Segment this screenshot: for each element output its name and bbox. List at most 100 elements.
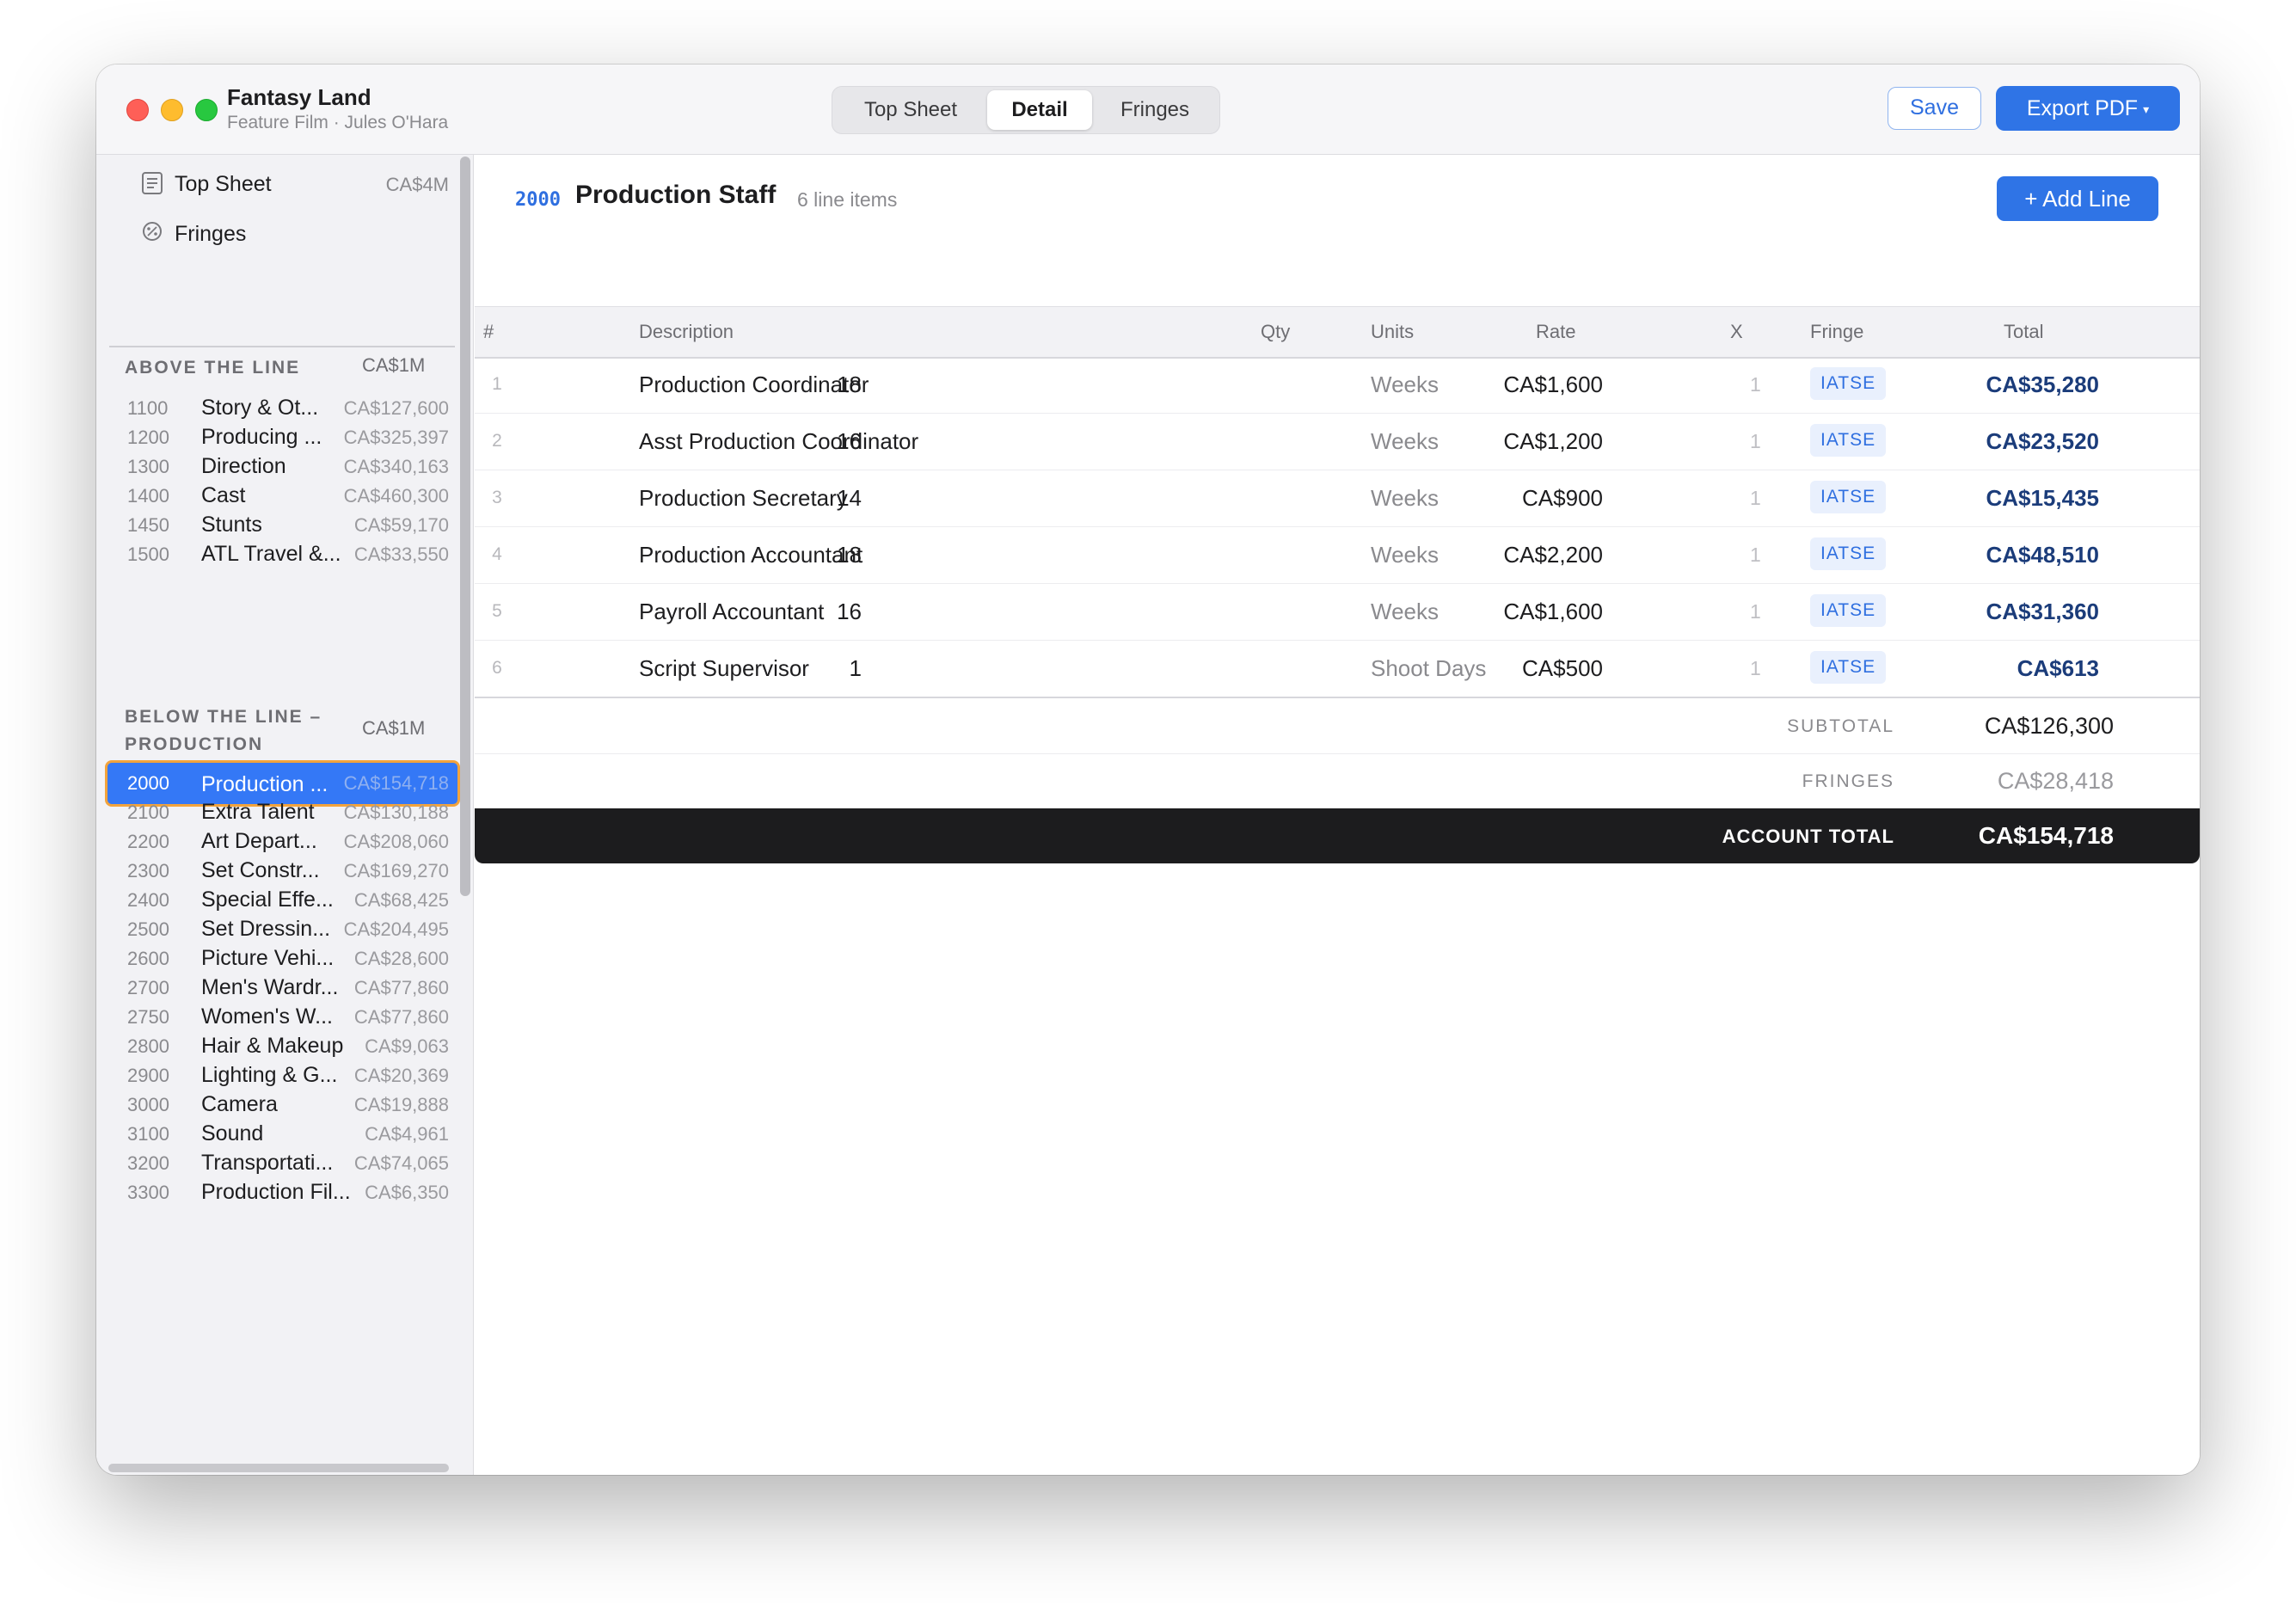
row-description[interactable]: Production Secretary bbox=[639, 485, 848, 512]
row-description[interactable]: Asst Production Coordinator bbox=[639, 428, 918, 455]
row-multiplier[interactable]: 1 bbox=[1750, 487, 1761, 510]
app-window: Fantasy Land Feature Film · Jules O'Hara… bbox=[96, 64, 2200, 1475]
row-total: CA$48,510 bbox=[1986, 542, 2099, 568]
sidebar-account-3300[interactable]: 3300 Production Fil... CA$6,350 bbox=[105, 1170, 460, 1216]
row-number: 1 bbox=[492, 374, 502, 394]
column-header-number[interactable]: # bbox=[483, 321, 494, 343]
column-header-description[interactable]: Description bbox=[639, 321, 734, 343]
account-code: 3300 bbox=[127, 1182, 169, 1203]
row-rate[interactable]: CA$1,600 bbox=[1503, 599, 1603, 625]
subtotal-row: SUBTOTAL CA$126,300 bbox=[475, 698, 2200, 754]
sidebar-section-header: BELOW THE LINE – PRODUCTION CA$1M bbox=[125, 703, 460, 759]
document-icon bbox=[141, 171, 163, 195]
row-number: 5 bbox=[492, 601, 502, 621]
table-row[interactable]: 2 Asst Production Coordinator 16 Weeks CA$1,… bbox=[475, 413, 2200, 470]
row-description[interactable]: Payroll Accountant bbox=[639, 599, 824, 625]
sidebar-account-1500[interactable]: 1500 ATL Travel &... CA$33,550 bbox=[105, 531, 460, 578]
export-pdf-button[interactable]: Export PDF ▾ bbox=[1996, 86, 2180, 131]
row-multiplier[interactable]: 1 bbox=[1750, 544, 1761, 567]
row-qty[interactable]: 16 bbox=[837, 599, 862, 625]
sidebar-nav-label: Top Sheet bbox=[175, 172, 272, 196]
row-qty[interactable]: 18 bbox=[837, 542, 862, 568]
row-qty[interactable]: 18 bbox=[837, 372, 862, 398]
row-multiplier[interactable]: 1 bbox=[1750, 600, 1761, 623]
sidebar-scrollbar[interactable] bbox=[460, 157, 470, 896]
row-total: CA$31,360 bbox=[1986, 599, 2099, 624]
row-qty[interactable]: 1 bbox=[850, 655, 862, 682]
table-row[interactable]: 1 Production Coordinator 18 Weeks CA$1,600 1 I… bbox=[475, 356, 2200, 414]
account-amount: CA$6,350 bbox=[365, 1182, 449, 1203]
column-header-units[interactable]: Units bbox=[1371, 321, 1414, 343]
line-item-count: 6 line items bbox=[797, 188, 898, 211]
column-header-qty[interactable]: Qty bbox=[1261, 321, 1290, 343]
row-qty[interactable]: 16 bbox=[837, 428, 862, 455]
account-code: 1500 bbox=[127, 544, 169, 565]
save-button[interactable]: Save bbox=[1888, 87, 1981, 130]
tab-detail[interactable]: Detail bbox=[987, 90, 1092, 130]
project-title: Fantasy Land bbox=[227, 84, 371, 110]
account-name: Production Fil... bbox=[201, 1180, 351, 1204]
row-description[interactable]: Production Accountant bbox=[639, 542, 863, 568]
account-amount: CA$33,550 bbox=[353, 544, 449, 565]
row-fringe-badge[interactable]: IATSE bbox=[1810, 537, 1887, 570]
row-number: 2 bbox=[492, 431, 502, 451]
account-total-bar: ACCOUNT TOTAL CA$154,718 bbox=[475, 808, 2200, 863]
close-window-button[interactable] bbox=[126, 99, 149, 121]
table-row[interactable]: 3 Production Secretary 14 Weeks CA$900 1 IATSE… bbox=[475, 470, 2200, 527]
row-description[interactable]: Script Supervisor bbox=[639, 655, 809, 682]
row-units[interactable]: Weeks bbox=[1371, 485, 1439, 512]
row-fringe-badge[interactable]: IATSE bbox=[1810, 651, 1887, 684]
row-total: CA$23,520 bbox=[1986, 428, 2099, 454]
table-row[interactable]: 5 Payroll Accountant 16 Weeks CA$1,600 1 IATSE… bbox=[475, 583, 2200, 641]
fringes-label: FRINGES bbox=[1802, 771, 1894, 791]
subtotal-label: SUBTOTAL bbox=[1787, 716, 1894, 736]
row-multiplier[interactable]: 1 bbox=[1750, 430, 1761, 453]
tab-fringes[interactable]: Fringes bbox=[1096, 90, 1214, 130]
column-header-x[interactable]: X bbox=[1730, 321, 1743, 343]
sidebar-nav-fringes[interactable]: Fringes bbox=[96, 213, 449, 256]
table-header: # Description Qty Units Rate X Fringe To… bbox=[475, 306, 2200, 359]
sidebar-section-header: ABOVE THE LINE CA$1M bbox=[125, 354, 460, 382]
account-name: ATL Travel &... bbox=[201, 542, 341, 566]
row-total: CA$15,435 bbox=[1986, 485, 2099, 511]
row-rate[interactable]: CA$2,200 bbox=[1503, 542, 1603, 568]
row-multiplier[interactable]: 1 bbox=[1750, 373, 1761, 396]
row-number: 4 bbox=[492, 544, 502, 564]
row-units[interactable]: Shoot Days bbox=[1371, 655, 1486, 682]
column-header-total[interactable]: Total bbox=[2004, 321, 2043, 343]
row-units[interactable]: Weeks bbox=[1371, 542, 1439, 568]
row-rate[interactable]: CA$900 bbox=[1522, 485, 1603, 512]
sidebar-section-title: BELOW THE LINE – PRODUCTION bbox=[125, 707, 322, 754]
row-multiplier[interactable]: 1 bbox=[1750, 657, 1761, 680]
row-number: 3 bbox=[492, 488, 502, 507]
sidebar-nav-top-sheet[interactable]: Top Sheet CA$4M bbox=[96, 163, 449, 206]
column-header-fringe[interactable]: Fringe bbox=[1810, 321, 1863, 343]
column-header-rate[interactable]: Rate bbox=[1536, 321, 1575, 343]
minimize-window-button[interactable] bbox=[161, 99, 183, 121]
row-qty[interactable]: 14 bbox=[837, 485, 862, 512]
account-code: 2000 bbox=[515, 189, 561, 211]
row-fringe-badge[interactable]: IATSE bbox=[1810, 481, 1887, 513]
sidebar-horizontal-scrollbar[interactable] bbox=[108, 1464, 449, 1472]
table-row[interactable]: 6 Script Supervisor 1 Shoot Days CA$500 1 IATS… bbox=[475, 640, 2200, 697]
account-total-value: CA$154,718 bbox=[1978, 822, 2114, 849]
percent-icon bbox=[141, 221, 163, 245]
table-row[interactable]: 4 Production Accountant 18 Weeks CA$2,200 1 IA… bbox=[475, 526, 2200, 584]
row-rate[interactable]: CA$1,600 bbox=[1503, 372, 1603, 398]
zoom-window-button[interactable] bbox=[195, 99, 218, 121]
row-description[interactable]: Production Coordinator bbox=[639, 372, 869, 398]
title-bar: Fantasy Land Feature Film · Jules O'Hara… bbox=[96, 64, 2200, 155]
row-rate[interactable]: CA$500 bbox=[1522, 655, 1603, 682]
row-rate[interactable]: CA$1,200 bbox=[1503, 428, 1603, 455]
subtotal-value: CA$126,300 bbox=[1984, 713, 2114, 739]
row-fringe-badge[interactable]: IATSE bbox=[1810, 594, 1887, 627]
tab-top-sheet[interactable]: Top Sheet bbox=[838, 90, 984, 130]
row-fringe-badge[interactable]: IATSE bbox=[1810, 424, 1887, 457]
row-number: 6 bbox=[492, 658, 502, 678]
export-pdf-label: Export PDF bbox=[2026, 96, 2139, 120]
row-units[interactable]: Weeks bbox=[1371, 372, 1439, 398]
add-line-button[interactable]: + Add Line bbox=[1997, 176, 2158, 221]
row-units[interactable]: Weeks bbox=[1371, 428, 1439, 455]
row-units[interactable]: Weeks bbox=[1371, 599, 1439, 625]
row-fringe-badge[interactable]: IATSE bbox=[1810, 367, 1887, 400]
